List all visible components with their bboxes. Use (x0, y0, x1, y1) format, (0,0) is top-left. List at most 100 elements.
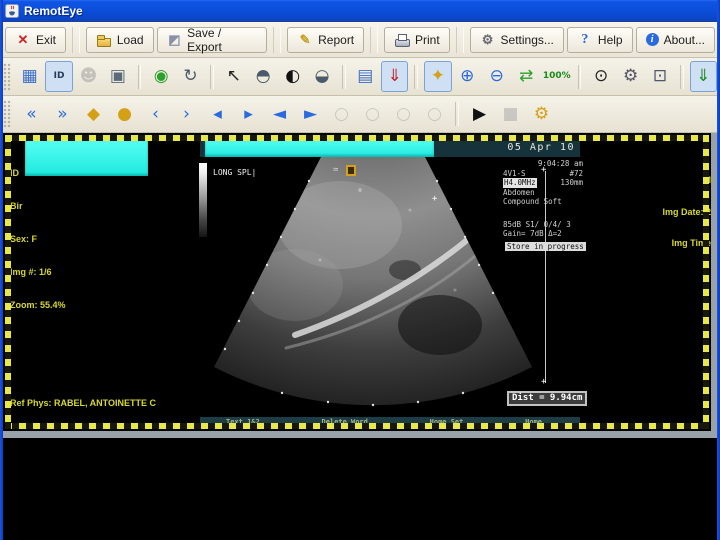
zoom-100-button[interactable]: 100% (542, 61, 572, 92)
report-pencil-icon: ✎ (299, 32, 311, 47)
next-series-icon: ▸ (244, 103, 253, 124)
magnifier-settings-icon: ⚙ (622, 66, 639, 86)
next-screen-button[interactable]: » (48, 100, 77, 129)
viewer-settings-button[interactable]: ▣ (104, 61, 131, 92)
zoom-100-icon: 100% (542, 71, 571, 81)
next-image-icon: › (183, 103, 190, 124)
mode-name: Compound Soft (503, 197, 562, 206)
settings-wrench-icon: ⚙ (481, 32, 494, 47)
export-image-button[interactable]: ⇓ (689, 61, 717, 92)
layout-grid-icon: ▦ (21, 66, 38, 86)
cine-settings-button[interactable]: ⚙ (527, 100, 556, 129)
load-button[interactable]: Load (85, 26, 154, 53)
magnifier-settings-button[interactable]: ⚙ (617, 61, 644, 92)
window-border-left (0, 0, 3, 540)
frame-number: #72 (569, 168, 583, 178)
rotate-flip-button[interactable]: ↻ (177, 61, 204, 92)
magnifier-button[interactable]: ⊙ (587, 61, 614, 92)
printer-icon (394, 32, 410, 48)
print-label: Print (415, 32, 440, 47)
cine-prev-icon: ○ (365, 103, 380, 124)
icon-toolbar-row1: ▦ ID ☻ ▣ ◉ ↻ ↖ ◓ ◐ ◒ ▤ ⇓ ✦ ⊕ ⊖ ⇄ 100% ⊙ ⚙ ⊡ ⇓ (0, 58, 720, 96)
cine-last-button: ○ (420, 100, 449, 129)
text-cursor: | (251, 168, 257, 177)
java-logo-icon (5, 4, 19, 18)
layout-stars-button[interactable]: ✦ (424, 61, 452, 92)
rotate-flip-icon: ↻ (183, 66, 198, 86)
image-number: Img #: 1/6 (10, 267, 52, 277)
prev-series-button[interactable]: ◂ (203, 100, 232, 129)
menu-separator (72, 26, 80, 53)
prev-image-button[interactable]: ‹ (141, 100, 170, 129)
save-export-button[interactable]: ◩ Save / Export (156, 25, 268, 54)
layout-stars-icon: ✦ (430, 66, 445, 86)
cine-settings-icon: ⚙ (533, 103, 550, 124)
prev-screen-button[interactable]: « (17, 100, 46, 129)
settings-label: Settings... (500, 32, 554, 47)
pointer-tool-button[interactable]: ↖ (220, 61, 247, 92)
toolbar-drag-handle[interactable] (3, 100, 12, 128)
prev-study-button[interactable]: ◄ (265, 100, 294, 129)
screen-magnifier-button[interactable]: ⊡ (646, 61, 673, 92)
patient-sex: Sex: F (10, 234, 38, 244)
menu-separator (370, 26, 378, 53)
zoom-in-button[interactable]: ⊕ (454, 61, 481, 92)
next-image-button[interactable]: › (172, 100, 201, 129)
about-label: About... (663, 32, 705, 47)
title-bar: RemotEye (0, 0, 720, 22)
toolbar-drag-handle[interactable] (3, 62, 11, 91)
lock-store-button[interactable]: ◆ (79, 100, 108, 129)
menu-separator (455, 26, 464, 53)
store-image-button[interactable]: ⇓ (380, 61, 409, 92)
mouse-scroll-tool-button[interactable]: ◒ (308, 61, 335, 92)
cine-last-icon: ○ (427, 103, 442, 124)
caliper-mark: + (432, 194, 438, 204)
next-series-button[interactable]: ▸ (234, 100, 263, 129)
image-info-button[interactable]: ◉ (147, 61, 174, 92)
patient-id-button[interactable]: ID (45, 61, 73, 92)
cine-prev-button: ○ (358, 100, 387, 129)
patient-id-icon: ID (53, 71, 65, 81)
cine-next-icon: ○ (396, 103, 411, 124)
lock-drag-button[interactable]: ● (110, 100, 139, 129)
prev-study-icon: ◄ (272, 103, 287, 124)
exit-icon: ✕ (17, 32, 29, 47)
exit-button[interactable]: ✕ Exit (5, 26, 67, 53)
cine-play-icon: ▶ (472, 103, 487, 124)
next-study-button[interactable]: ► (296, 100, 325, 129)
image-viewport[interactable]: AIK 05 Apr 10 ID Bir Sex: F Img #: 1/6 Z… (3, 133, 717, 431)
cine-stop-button: ■ (496, 100, 525, 129)
cine-stop-icon: ■ (502, 103, 519, 124)
study-date: 05 Apr 10 (507, 142, 575, 153)
patient-birth-label: Bir (10, 201, 23, 211)
help-label: Help (597, 32, 623, 47)
print-button[interactable]: Print (384, 26, 450, 53)
cine-next-button: ○ (389, 100, 418, 129)
help-icon: ? (581, 31, 589, 47)
selection-border-top (5, 135, 707, 141)
toolbar-separator (137, 64, 142, 89)
copy-stack-button[interactable]: ▤ (352, 61, 379, 92)
next-study-icon: ► (303, 103, 318, 124)
zoom-prev-next-icon: ⇄ (519, 66, 534, 86)
viewport-margin-strip (3, 431, 717, 438)
save-export-label: Save / Export (187, 25, 222, 54)
report-button[interactable]: ✎ Report (287, 26, 365, 53)
settings-button[interactable]: ⚙ Settings... (469, 26, 564, 53)
cine-play-button[interactable]: ▶ (465, 100, 494, 129)
toolbar-separator (679, 64, 684, 89)
copy-stack-icon: ▤ (357, 66, 374, 86)
prev-image-icon: ‹ (152, 103, 159, 124)
pointer-tool-icon: ↖ (226, 66, 241, 86)
icon-toolbar-row2: « » ◆ ● ‹ › ◂ ▸ ◄ ► ○ ○ ○ ○ ▶ ■ ⚙ (0, 96, 720, 133)
about-button[interactable]: i About... (635, 26, 715, 53)
focus-marker-icon (346, 165, 356, 176)
zoom-prev-next-button[interactable]: ⇄ (512, 61, 539, 92)
zoom-out-button[interactable]: ⊖ (483, 61, 510, 92)
next-screen-icon: » (57, 103, 68, 124)
help-button[interactable]: ? Help (566, 26, 633, 53)
prev-series-icon: ◂ (213, 103, 222, 124)
invert-contrast-button[interactable]: ◐ (279, 61, 306, 92)
window-level-tool-button[interactable]: ◓ (249, 61, 276, 92)
layout-grid-button[interactable]: ▦ (16, 61, 43, 92)
